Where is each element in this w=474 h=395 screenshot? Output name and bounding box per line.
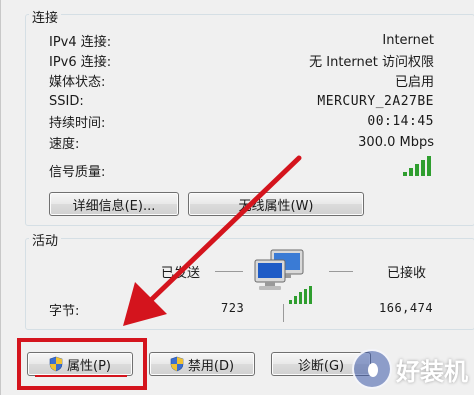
watermark-logo-icon — [352, 349, 392, 389]
watermark: 好装机 — [352, 349, 468, 389]
watermark-text: 好装机 — [396, 357, 468, 386]
wifi-status-dialog: 连接 IPv4 连接: Internet IPv6 连接: 无 Internet… — [0, 0, 474, 395]
red-arrow-icon — [123, 155, 302, 326]
